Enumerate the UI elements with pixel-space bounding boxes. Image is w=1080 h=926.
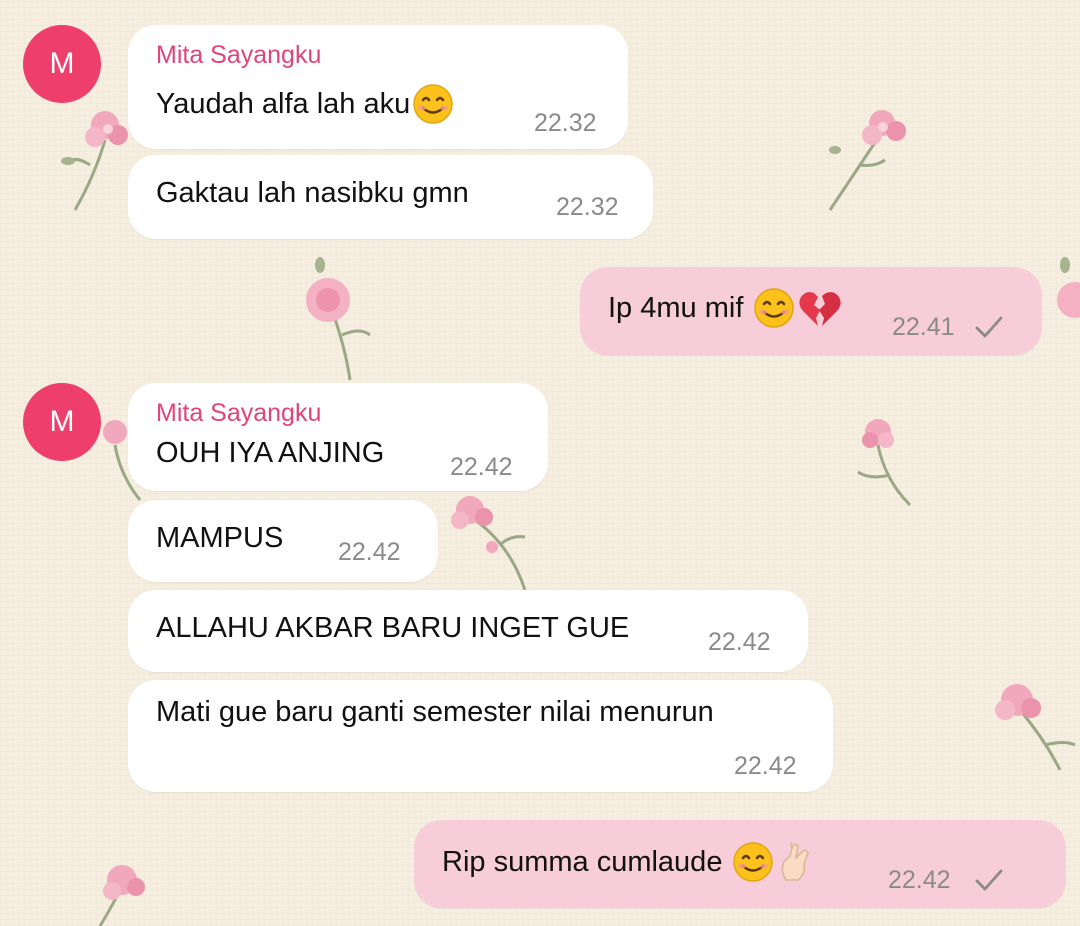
message-time: 22.42 xyxy=(450,453,513,481)
message-text: Rip summa cumlaude xyxy=(442,845,723,878)
message-text: Yaudah alfa lah aku xyxy=(156,87,411,120)
smiling-face-icon xyxy=(754,288,795,328)
sent-check-icon xyxy=(975,316,1003,338)
sender-name: Mita Sayangku xyxy=(156,41,322,69)
message-text: OUH IYA ANJING xyxy=(156,437,385,469)
message-bubble[interactable]: MAMPUS 22.42 xyxy=(128,500,438,582)
wallpaper-flower-icon xyxy=(828,110,906,211)
message-time: 22.32 xyxy=(556,193,619,221)
message-time: 22.42 xyxy=(888,866,951,894)
wallpaper-flower-icon xyxy=(995,684,1076,771)
message-text-row: OUH IYA ANJING xyxy=(156,437,384,470)
finger-heart-icon xyxy=(782,841,810,881)
message-bubble[interactable]: Ip 4mu mif 22.41 xyxy=(580,267,1042,355)
message-bubble[interactable]: Rip summa cumlaude 22.42 xyxy=(414,820,1066,908)
message-text: ALLAHU AKBAR BARU INGET GUE xyxy=(156,612,630,644)
message-text-row: Mati gue baru ganti semester nilai menur… xyxy=(156,696,714,729)
message-bubble[interactable]: Mati gue baru ganti semester nilai menur… xyxy=(128,680,833,792)
wallpaper-flower-icon xyxy=(857,419,912,507)
message-bubble[interactable]: Gaktau lah nasibku gmn 22.32 xyxy=(128,155,653,239)
message-time: 22.42 xyxy=(338,538,401,566)
wallpaper-flower-icon xyxy=(451,496,527,591)
message-bubble[interactable]: Mita Sayangku OUH IYA ANJING 22.42 xyxy=(128,383,548,491)
message-text: Gaktau lah nasibku gmn xyxy=(156,177,469,209)
message-text-row: Rip summa cumlaude xyxy=(442,840,816,884)
avatar[interactable]: M xyxy=(23,383,101,461)
message-time: 22.42 xyxy=(734,752,797,780)
message-text-row: MAMPUS xyxy=(156,522,283,555)
message-time: 22.42 xyxy=(708,628,771,656)
avatar[interactable]: M xyxy=(23,25,101,103)
message-text: MAMPUS xyxy=(156,522,284,554)
message-text-row: ALLAHU AKBAR BARU INGET GUE xyxy=(156,612,629,645)
wallpaper-flower-icon xyxy=(1057,257,1080,318)
broken-heart-icon xyxy=(799,292,841,326)
sender-name: Mita Sayangku xyxy=(156,399,322,427)
message-text: Ip 4mu mif xyxy=(608,291,744,324)
sent-check-icon xyxy=(975,869,1003,891)
wallpaper-flower-icon xyxy=(306,257,371,381)
message-bubble[interactable]: ALLAHU AKBAR BARU INGET GUE 22.42 xyxy=(128,590,808,672)
message-text: Mati gue baru ganti semester nilai menur… xyxy=(156,696,714,728)
smiling-face-icon xyxy=(413,84,453,124)
message-text-row: Ip 4mu mif xyxy=(608,287,841,329)
message-time: 22.32 xyxy=(534,109,597,137)
message-time: 22.41 xyxy=(892,313,955,341)
avatar-initial: M xyxy=(49,405,75,438)
message-text-row: Gaktau lah nasibku gmn xyxy=(156,177,469,210)
message-bubble[interactable]: Mita Sayangku Yaudah alfa lah aku 22.32 xyxy=(128,25,628,149)
wallpaper-flower-icon xyxy=(98,865,145,926)
avatar-initial: M xyxy=(49,47,75,80)
message-text-row: Yaudah alfa lah aku xyxy=(156,83,454,125)
smiling-face-icon xyxy=(733,842,774,882)
